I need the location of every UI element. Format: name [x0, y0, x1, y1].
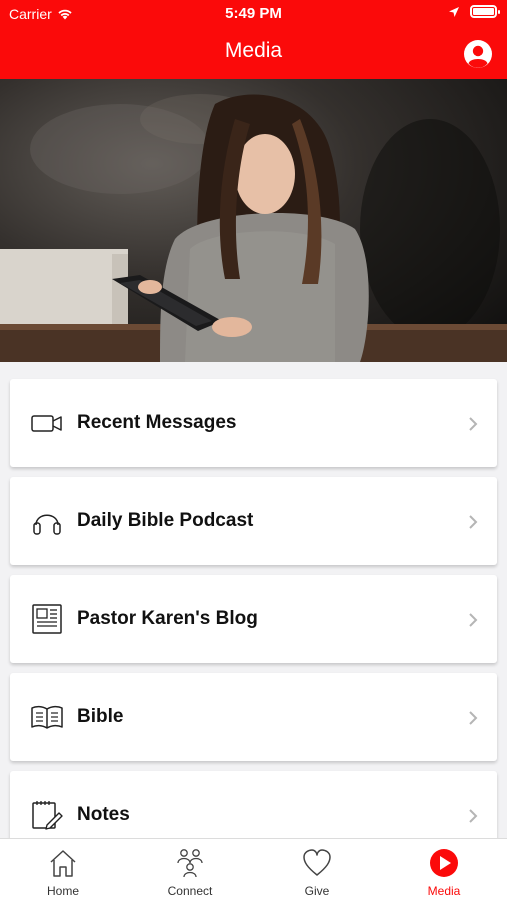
hero-image: [0, 79, 507, 362]
tab-label: Home: [46, 884, 79, 898]
tab-home[interactable]: Home: [0, 839, 126, 900]
media-menu-list: Recent Messages Daily Bible Podcast Past…: [10, 379, 497, 869]
menu-item-label: Pastor Karen's Blog: [77, 608, 258, 629]
menu-item-pastor-karens-blog[interactable]: Pastor Karen's Blog: [10, 575, 497, 663]
menu-item-label: Bible: [77, 706, 124, 727]
video-camera-icon: [31, 415, 62, 432]
menu-item-label: Recent Messages: [77, 412, 237, 433]
home-icon: [50, 850, 76, 877]
menu-item-recent-messages[interactable]: Recent Messages: [10, 379, 497, 467]
tab-give[interactable]: Give: [254, 839, 380, 900]
tab-label: Connect: [167, 884, 213, 898]
chevron-right-icon: [469, 613, 478, 627]
heart-icon: [303, 849, 331, 876]
battery-icon: [470, 5, 500, 18]
tab-connect[interactable]: Connect: [127, 839, 253, 900]
tab-label: Give: [304, 884, 330, 898]
chevron-right-icon: [469, 417, 478, 431]
menu-item-label: Daily Bible Podcast: [77, 510, 254, 531]
menu-item-bible[interactable]: Bible: [10, 673, 497, 761]
profile-button[interactable]: [464, 40, 492, 68]
notepad-pencil-icon: [32, 801, 63, 830]
blog-article-icon: [32, 604, 62, 634]
user-avatar-icon: [468, 45, 488, 68]
chevron-right-icon: [469, 711, 478, 725]
open-book-icon: [31, 705, 63, 729]
woman-reading-tablet-photo: [0, 79, 507, 362]
tab-label: Media: [427, 884, 461, 898]
bottom-tab-bar: Home Connect Give Media: [0, 838, 507, 900]
chevron-right-icon: [469, 809, 478, 823]
menu-item-daily-bible-podcast[interactable]: Daily Bible Podcast: [10, 477, 497, 565]
location-arrow-icon: [449, 6, 459, 17]
status-time: 5:49 PM: [225, 5, 282, 22]
people-group-icon: [177, 849, 203, 878]
play-icon: [430, 849, 458, 877]
page-title: Media: [224, 39, 283, 62]
headphones-icon: [33, 514, 61, 535]
tab-media[interactable]: Media: [381, 839, 507, 900]
menu-item-label: Notes: [77, 804, 130, 825]
top-bar: Carrier 5:49 PM Media: [0, 0, 507, 79]
status-bar: Carrier 5:49 PM: [0, 0, 507, 28]
chevron-right-icon: [469, 515, 478, 529]
